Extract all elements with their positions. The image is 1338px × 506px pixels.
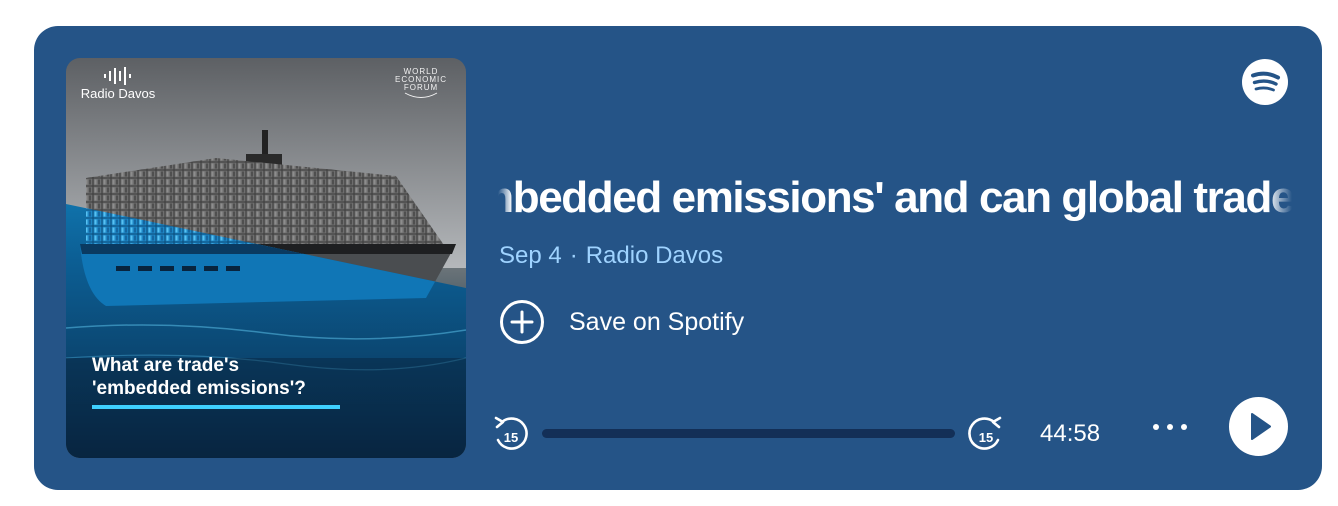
- episode-meta: Sep 4 · Radio Davos: [499, 242, 723, 270]
- spotify-logo-icon[interactable]: [1242, 59, 1288, 105]
- show-name-link[interactable]: Radio Davos: [586, 242, 723, 269]
- cover-caption: What are trade's 'embedded emissions'?: [92, 354, 306, 400]
- skip-forward-seconds: 15: [979, 430, 993, 445]
- skip-forward-15-button[interactable]: 15: [966, 414, 1004, 454]
- world-economic-forum-logo: WORLD ECONOMIC FORUM: [386, 68, 456, 102]
- episode-title-marquee[interactable]: What are trade's 'embedded emissions' an…: [498, 166, 1292, 230]
- more-options-button[interactable]: [1148, 414, 1192, 440]
- skip-back-15-icon: 15: [494, 416, 528, 450]
- episode-duration: 44:58: [1040, 420, 1101, 447]
- playback-progress-bar[interactable]: [542, 429, 955, 438]
- save-on-spotify-button[interactable]: Save on Spotify: [499, 299, 744, 345]
- add-circle-icon: [500, 300, 544, 344]
- episode-cover-art[interactable]: Radio Davos WORLD ECONOMIC FORUM What ar…: [66, 58, 466, 458]
- audio-wave-icon: [104, 67, 131, 85]
- more-options-icon: [1153, 424, 1187, 430]
- skip-forward-15-icon: 15: [968, 416, 1002, 450]
- play-icon: [1251, 413, 1271, 440]
- save-label: Save on Spotify: [569, 307, 745, 336]
- episode-date: Sep 4: [499, 242, 562, 269]
- skip-back-seconds: 15: [504, 430, 518, 445]
- partner-logo-line: FORUM: [403, 83, 439, 92]
- cover-caption-line: 'embedded emissions'?: [92, 378, 306, 399]
- caption-underline: [92, 405, 340, 409]
- podcast-embed-card: Radio Davos WORLD ECONOMIC FORUM What ar…: [34, 26, 1322, 490]
- skip-back-15-button[interactable]: 15: [492, 414, 530, 454]
- cover-caption-line: What are trade's: [92, 355, 240, 376]
- radio-davos-logo: Radio Davos: [74, 66, 162, 101]
- play-button[interactable]: [1229, 397, 1288, 456]
- brand-label: Radio Davos: [80, 86, 156, 101]
- episode-title: What are trade's 'embedded emissions' an…: [498, 173, 1292, 222]
- forum-arc-icon: [404, 92, 438, 98]
- meta-separator: ·: [569, 242, 578, 269]
